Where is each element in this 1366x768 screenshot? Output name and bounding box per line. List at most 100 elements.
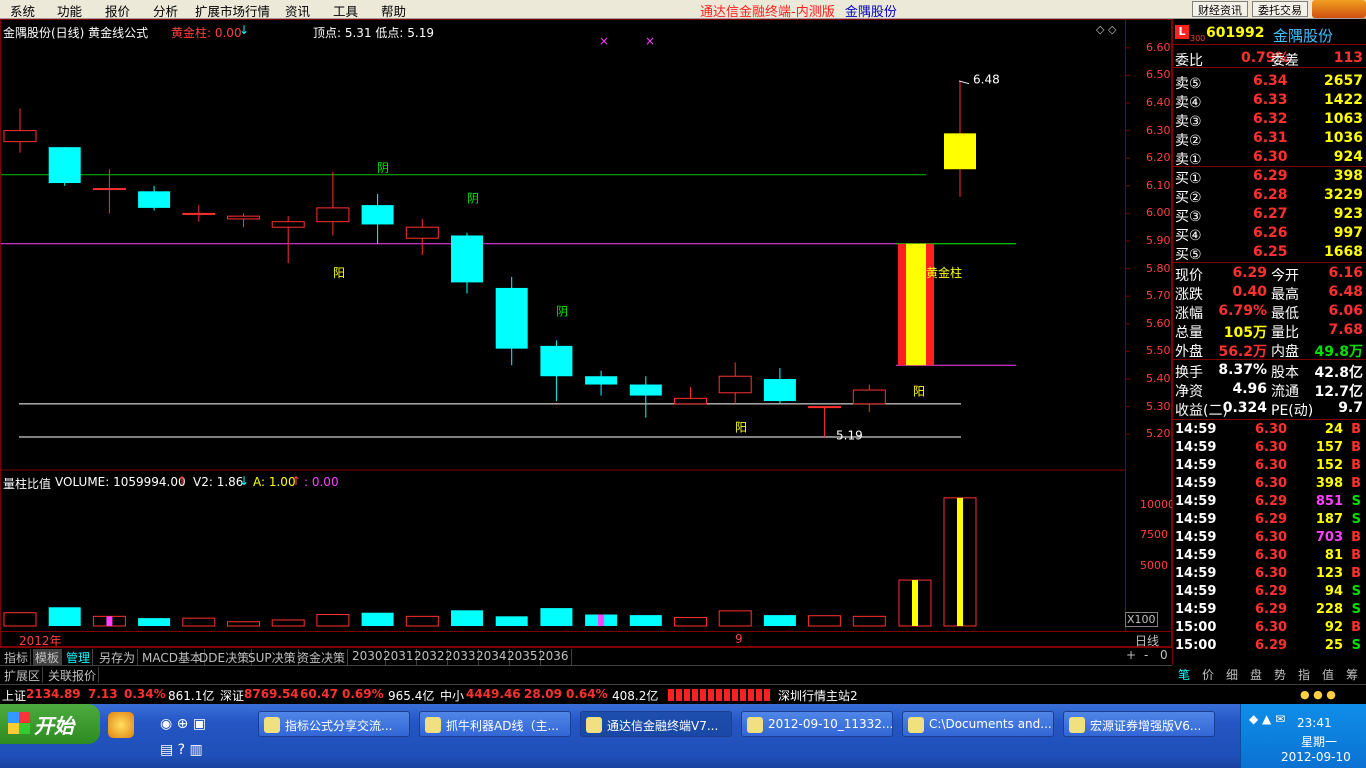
menu-extended-market[interactable]: 扩展市场行情 (195, 1, 270, 20)
status-icons[interactable]: ● ● ● (1300, 688, 1360, 702)
stat-value: 105万 (1223, 325, 1267, 341)
bottom-tab[interactable]: 另存为 (97, 649, 139, 665)
tab-related-quote[interactable]: 关联报价 (46, 667, 100, 683)
buy-row[interactable]: 买③ 6.27 923 (1173, 205, 1366, 225)
menu-help[interactable]: 帮助 (381, 1, 406, 20)
sz-label[interactable]: 深证 (220, 687, 244, 704)
tab-extension-area[interactable]: 扩展区 (2, 667, 44, 683)
sell-row[interactable]: 卖① 6.30 924 (1173, 148, 1366, 168)
stat-value: 56.2万 (1218, 344, 1267, 360)
taskbar-task[interactable]: 2012-09-10_11332... (741, 711, 893, 737)
zx-label[interactable]: 中小 (440, 687, 464, 704)
menu-system[interactable]: 系统 (10, 1, 35, 20)
volume-tick-label: 10000 (1140, 498, 1175, 512)
bottom-tab[interactable]: 管理 (64, 649, 94, 665)
tick-side: B (1351, 620, 1361, 635)
panel-tab[interactable]: 盘 (1244, 666, 1268, 683)
volume-value: VOLUME: 1059994.00 (55, 475, 186, 489)
bottom-tab[interactable]: 2036 (536, 649, 572, 665)
buy-row[interactable]: 买④ 6.26 997 (1173, 224, 1366, 244)
taskbar-task[interactable]: 通达信金融终端V7... (580, 711, 732, 737)
stat-row: 外盘 56.2万 内盘 49.8万 (1173, 340, 1366, 360)
panel-tab[interactable]: 指 (1292, 666, 1316, 683)
kline-chart-panel[interactable]: 阴阴阴阳阳阳黄金柱 6.48 5.19 × × 金隅股份(日线) 黄金线公式 黄金柱: … (0, 19, 1175, 648)
down-arrow-icon: ↓ (239, 474, 250, 488)
buy-label: 买② (1175, 190, 1202, 206)
panel-tab[interactable]: 价 (1196, 666, 1220, 683)
tick-row[interactable]: 14:59 6.30 123 B (1173, 565, 1366, 583)
taskbar-task[interactable]: 宏源证券增强版V6... (1063, 711, 1215, 737)
tick-price: 6.29 (1255, 512, 1288, 527)
quick-launch-icons-2[interactable]: ▤ ? ▥ (160, 742, 220, 762)
sh-label[interactable]: 上证 (2, 687, 26, 704)
tick-row[interactable]: 14:59 6.30 152 B (1173, 457, 1366, 475)
weicha-value: 113 (1333, 50, 1363, 66)
buy-row[interactable]: 买① 6.29 398 (1173, 167, 1366, 187)
menu-tools[interactable]: 工具 (333, 1, 358, 20)
tick-row[interactable]: 14:59 6.29 228 S (1173, 601, 1366, 619)
chart-corner-icons[interactable]: ◇ ◇ (1096, 23, 1116, 36)
menu-analysis[interactable]: 分析 (153, 1, 178, 20)
task-app-icon (586, 717, 602, 733)
sell-row[interactable]: 卖⑤ 6.34 2657 (1173, 72, 1366, 92)
sell-row[interactable]: 卖③ 6.32 1063 (1173, 110, 1366, 130)
finance-news-button[interactable]: 财经资讯 (1192, 1, 1248, 17)
panel-tab[interactable]: 值 (1316, 666, 1340, 683)
taskbar-task[interactable]: C:\Documents and... (902, 711, 1054, 737)
task-app-icon (264, 717, 280, 733)
tick-volume: 228 (1315, 602, 1343, 617)
price-axis: 6.60 6.50 6.40 6.30 6.20 6.10 6.00 5.90 5.80 5.70… (1125, 20, 1171, 475)
task-label: 指标公式分享交流... (285, 719, 393, 733)
start-button[interactable]: 开始 (0, 704, 100, 744)
quick-launch-icon[interactable] (108, 712, 134, 738)
bottom-tab[interactable]: DDE决策 (197, 649, 253, 665)
menu-quote[interactable]: 报价 (105, 1, 130, 20)
panel-tab[interactable]: 细 (1220, 666, 1244, 683)
buy-price: 6.28 (1253, 187, 1288, 203)
menu-news[interactable]: 资讯 (285, 1, 310, 20)
panel-tab[interactable]: 势 (1268, 666, 1292, 683)
tick-row[interactable]: 14:59 6.30 703 B (1173, 529, 1366, 547)
taskbar-task[interactable]: 指标公式分享交流... (258, 711, 410, 737)
tick-row[interactable]: 14:59 6.29 94 S (1173, 583, 1366, 601)
stat-label-2: 流通 (1271, 384, 1299, 400)
stat-row: 涨幅 6.79% 最低 6.06 (1173, 302, 1366, 322)
buy-row[interactable]: 买⑤ 6.25 1668 (1173, 243, 1366, 263)
tick-row[interactable]: 14:59 6.29 187 S (1173, 511, 1366, 529)
quick-launch-icons[interactable]: ◉ ⊕ ▣ (160, 716, 250, 736)
tick-row[interactable]: 14:59 6.30 81 B (1173, 547, 1366, 565)
date-axis: 2012年 9 日线 (1, 631, 1171, 648)
bottom-tab[interactable]: SUP决策 (246, 649, 299, 665)
bottom-tab[interactable]: 资金决策 (295, 649, 349, 665)
tick-row[interactable]: 14:59 6.30 157 B (1173, 439, 1366, 457)
tick-row[interactable]: 14:59 6.30 398 B (1173, 475, 1366, 493)
volume-bar (451, 610, 483, 626)
server-name[interactable]: 深圳行情主站2 (778, 687, 858, 704)
sell-row[interactable]: 卖④ 6.33 1422 (1173, 91, 1366, 111)
zoom-reset-button[interactable]: 0 (1160, 648, 1168, 662)
bottom-tab[interactable]: MACD基本 (140, 649, 205, 665)
taskbar-task[interactable]: 抓牛利器AD线（主... (419, 711, 571, 737)
sell-label: 卖③ (1175, 114, 1202, 130)
clock-time[interactable]: 23:41 (1297, 716, 1332, 730)
bottom-tab[interactable]: 指标 (2, 649, 32, 665)
trade-button[interactable]: 委托交易 (1252, 1, 1308, 17)
window-controls[interactable] (1312, 0, 1366, 18)
volume-bar (540, 608, 573, 626)
buy-volume: 997 (1333, 225, 1363, 241)
tick-time: 14:59 (1175, 458, 1217, 473)
panel-tab[interactable]: 筹 (1340, 666, 1364, 683)
tray-icons[interactable]: ◆ ▲ ✉ (1249, 712, 1285, 726)
panel-tab[interactable]: 笔 (1172, 666, 1196, 683)
kline-chart-svg[interactable]: 阴阴阴阳阳阳黄金柱6.485.19× × (1, 20, 1171, 646)
tick-row[interactable]: 14:59 6.30 24 B (1173, 421, 1366, 439)
zoom-in-button[interactable]: + (1126, 648, 1136, 662)
tick-row[interactable]: 15:00 6.30 92 B (1173, 619, 1366, 637)
menu-function[interactable]: 功能 (57, 1, 82, 20)
zoom-out-button[interactable]: - (1144, 648, 1148, 662)
tick-row[interactable]: 14:59 6.29 851 S (1173, 493, 1366, 511)
bottom-tab[interactable]: 模板 (33, 649, 63, 665)
tick-row[interactable]: 15:00 6.29 25 S (1173, 637, 1366, 655)
buy-row[interactable]: 买② 6.28 3229 (1173, 186, 1366, 206)
sell-row[interactable]: 卖② 6.31 1036 (1173, 129, 1366, 149)
